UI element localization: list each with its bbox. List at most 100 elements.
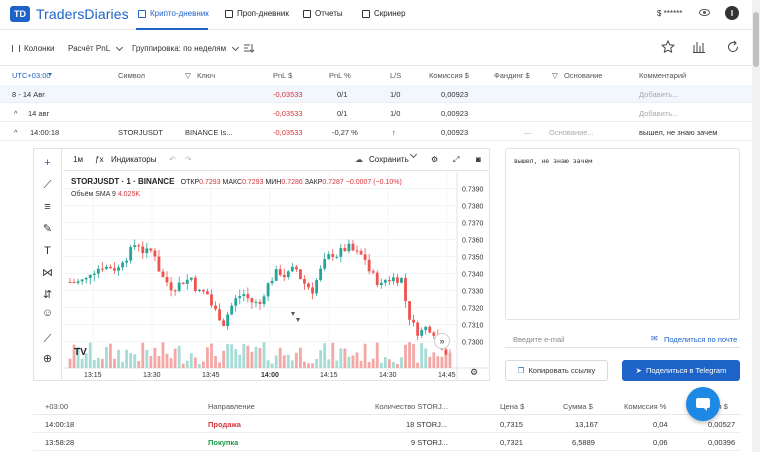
trade-execution-row[interactable]: 13:58:28 Покупка 9 STORJ... 0,7321 6,588… [33, 434, 741, 451]
col-time[interactable]: UTC+03:00 [12, 71, 51, 80]
fullscreen-icon[interactable]: ⤢ [453, 155, 459, 165]
volume-bar [104, 346, 108, 368]
redo-icon[interactable]: ↷ [185, 155, 192, 164]
brush-icon[interactable]: ✎ [41, 223, 54, 236]
volume-bar [355, 352, 359, 368]
nav-prop-diary[interactable]: Проп-дневник [225, 9, 289, 18]
chat-support-button[interactable] [686, 387, 720, 421]
volume-bar [234, 349, 238, 368]
scrollbar-thumb[interactable] [753, 12, 759, 67]
sort-icon[interactable] [243, 43, 254, 53]
volume-bar [440, 356, 444, 368]
smiley-icon[interactable]: ☺ [41, 307, 54, 320]
comment-textarea[interactable]: вышел, не знаю зачем [505, 148, 740, 320]
grouping-dropdown[interactable]: Группировка: по неделям [132, 43, 240, 53]
trade-execution-row[interactable]: 14:00:18 Продажа 18 STORJ... 0,7315 13,1… [33, 416, 741, 433]
day-group-row[interactable]: ^ 14 авг -0,03533 0/1 1/0 0,00923 Добави… [0, 104, 752, 122]
col-key[interactable]: Ключ [197, 71, 215, 80]
chart-settings-icon[interactable]: ⚙ [470, 367, 478, 378]
share-mail-button[interactable]: Поделиться по почте [664, 335, 737, 344]
volume-bar [88, 342, 92, 368]
price-tick-label: 0.7350 [462, 255, 484, 262]
telegram-share-button[interactable]: ➤ Поделиться в Telegram [622, 360, 740, 381]
chart-symbol: STORJUSDT · 1 · BINANCE [71, 177, 175, 186]
col-pnl-pct[interactable]: PnL % [329, 71, 351, 80]
col-pnl-usd[interactable]: PnL $ [273, 71, 292, 80]
text-tool-icon[interactable]: T [41, 245, 54, 258]
volume-bar [125, 349, 129, 368]
chevron-up-icon[interactable]: ^ [14, 128, 18, 137]
zoom-in-icon[interactable]: ⊕ [41, 353, 54, 366]
col-basis[interactable]: Основание [564, 71, 602, 80]
columns-button[interactable]: Колонки [12, 44, 55, 53]
save-layout-button[interactable]: Сохранить [369, 155, 409, 164]
undo-icon[interactable]: ↶ [169, 155, 176, 164]
volume-bar [359, 360, 363, 368]
pnl-calc-dropdown[interactable]: Расчёт PnL [68, 43, 124, 53]
candle-body [294, 266, 298, 270]
volume-bar [230, 344, 234, 368]
volume-bar [266, 360, 270, 368]
eye-icon[interactable] [699, 9, 710, 16]
volume-bar [145, 349, 149, 368]
filter-icon[interactable]: ▽ [185, 71, 191, 80]
volume-bar [161, 342, 165, 368]
col-symbol[interactable]: Символ [118, 71, 145, 80]
fib-lines-icon[interactable]: ≡ [41, 201, 54, 214]
trade-row[interactable]: ^ 14:00:18 STORJUSDT BINANCE Is... -0,03… [0, 123, 752, 141]
volume-bar [157, 356, 161, 368]
filter-icon[interactable]: ▽ [552, 71, 558, 80]
sort-desc-icon [48, 73, 52, 76]
volume-bar [339, 348, 343, 368]
volume-bar [404, 344, 407, 368]
crosshair-icon[interactable]: + [41, 157, 54, 170]
col-fee[interactable]: Комиссия $ [429, 71, 469, 80]
volume-bar [246, 345, 250, 368]
price-tick-label: 0.7340 [462, 272, 484, 279]
candle-body [145, 248, 149, 254]
candlestick-chart[interactable]: 0.7390 0.7380 0.7370 0.7360 0.7350 0.7340 0.73… [63, 172, 490, 380]
chevron-up-icon[interactable]: ^ [14, 109, 18, 118]
volume-bar [68, 358, 72, 368]
col-comment[interactable]: Комментарий [639, 71, 686, 80]
candle-body [355, 250, 359, 252]
nav-reports[interactable]: Отчеты [303, 9, 343, 18]
candle-body [149, 248, 153, 251]
volume-bar [218, 362, 221, 368]
volume-bar [210, 343, 213, 368]
measure-icon[interactable]: ⇵ [41, 289, 54, 302]
page-scrollbar[interactable] [752, 0, 760, 452]
logo[interactable]: TD TradersDiaries [10, 6, 129, 22]
star-icon[interactable] [661, 40, 675, 54]
ruler-icon[interactable]: ⟋ [41, 333, 54, 346]
copy-link-button[interactable]: ❐ Копировать ссылку [505, 360, 608, 381]
nav-screener[interactable]: Скринер [362, 9, 406, 18]
volume-bar [436, 356, 440, 368]
volume-bar [408, 342, 411, 368]
chevron-down-icon[interactable] [409, 150, 418, 159]
avatar[interactable]: I [725, 6, 739, 20]
prop-diary-icon [225, 9, 233, 18]
candle-body [428, 326, 432, 333]
week-group-row[interactable]: 8 - 14 Авг -0,03533 0/1 1/0 0,00923 Доба… [0, 85, 752, 103]
scroll-right-icon[interactable]: » [434, 333, 450, 349]
nav-crypto-diary[interactable]: Крипто-дневник [138, 9, 209, 18]
settings-gear-icon[interactable]: ⚙ [431, 155, 438, 164]
indicators-button[interactable]: Индикаторы [111, 155, 156, 164]
refresh-icon[interactable] [726, 40, 740, 54]
candle-body [270, 280, 274, 284]
interval-select[interactable]: 1м [73, 155, 83, 164]
fx-icon: ƒx [95, 155, 104, 164]
trading-chart[interactable]: + ⟋ ≡ ✎ T ⋈ ⇵ ☺ ⟋ ⊕ 1м ƒx Индикаторы ↶ ↷… [33, 148, 490, 381]
pattern-icon[interactable]: ⋈ [41, 267, 54, 280]
volume-bar [197, 363, 201, 368]
candle-body [266, 283, 270, 297]
trend-line-icon[interactable]: ⟋ [41, 179, 54, 192]
bar-chart-icon[interactable] [692, 40, 706, 54]
camera-icon[interactable]: ◙ [476, 155, 481, 164]
col-funding[interactable]: Фандинг $ [494, 71, 530, 80]
email-input[interactable]: Введите e-mail [513, 335, 565, 344]
candle-body [282, 274, 286, 278]
col-ls[interactable]: L/S [390, 71, 401, 80]
cloud-icon: ☁ [355, 155, 363, 164]
